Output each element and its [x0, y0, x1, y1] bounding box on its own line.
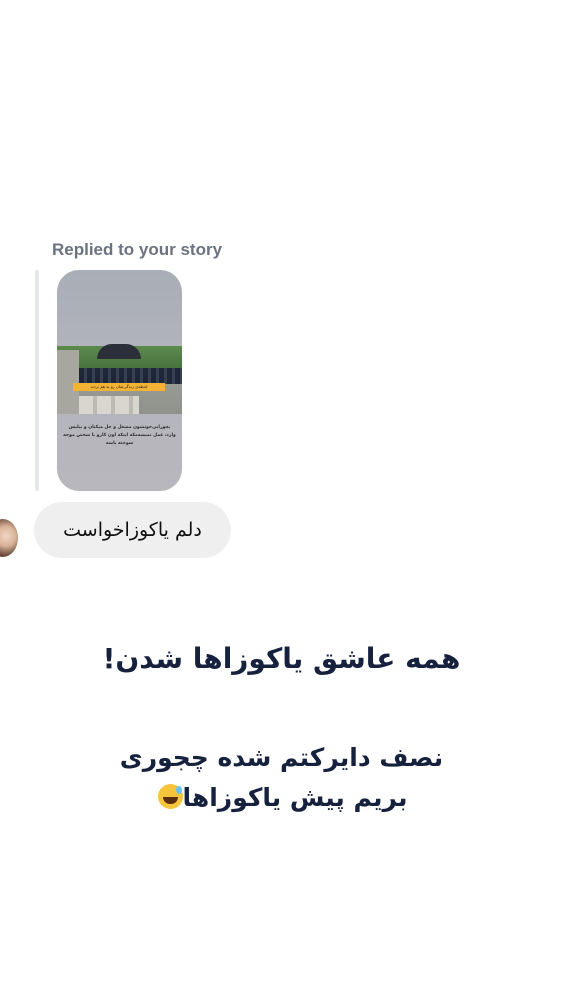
overlay-line-1: نصف دایرکتم شده چجوری — [119, 743, 444, 772]
story-photo-stones — [79, 396, 139, 414]
message-text: دلم یاکوزاخواست — [63, 519, 202, 541]
overlay-headline: همه عاشق یاکوزاها شدن! — [102, 642, 461, 675]
story-banner: لحظه‌ی زندگی‌شان رو به هم بردند — [73, 383, 165, 391]
reply-indicator-bar — [35, 270, 39, 491]
grinning-face-with-sweat-emoji-icon — [157, 784, 183, 809]
message-bubble[interactable]: دلم یاکوزاخواست — [34, 502, 231, 558]
overlay-line-2: بریم پیش یاکوزاها — [0, 778, 563, 818]
story-photo-monument — [57, 350, 79, 414]
story-photo-crowd — [79, 368, 182, 384]
story-caption: بچورابی‌خونشون مشغل و حل میکنان و بیلیس … — [63, 425, 176, 446]
replied-to-story-label: Replied to your story — [52, 240, 223, 259]
overlay-line-2-text: بریم پیش یاکوزاها — [182, 783, 408, 812]
story-photo-umbrella — [97, 344, 141, 359]
story-thumbnail[interactable]: لحظه‌ی زندگی‌شان رو به هم بردند بچورابی‌… — [57, 270, 182, 491]
overlay-subline: نصف دایرکتم شده چجوری بریم پیش یاکوزاها — [0, 738, 563, 818]
sender-avatar[interactable] — [0, 519, 18, 557]
